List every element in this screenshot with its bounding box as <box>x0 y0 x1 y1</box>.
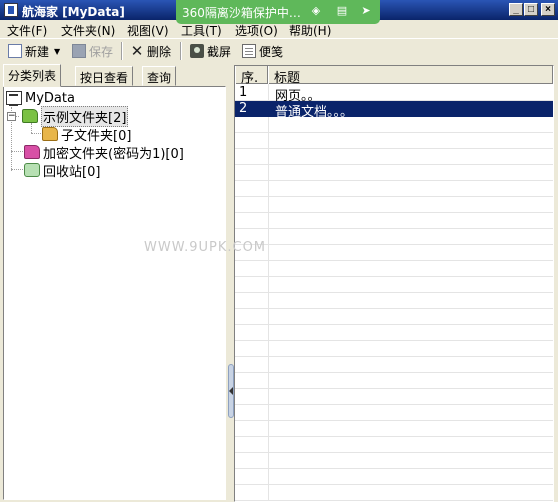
delete-button-label: 删除 <box>147 44 172 59</box>
sandbox-shield-icon[interactable]: ◈ <box>306 2 326 20</box>
column-header-seq[interactable]: 序. <box>235 66 268 86</box>
list-gridline <box>235 436 553 437</box>
list-gridline <box>235 132 553 133</box>
screenshot-button[interactable]: 截屏 <box>190 42 231 60</box>
toolbar: 新建 ▼ 保存 ✕ 删除 截屏 便笺 <box>0 38 558 62</box>
save-icon <box>72 44 86 58</box>
list-gridline <box>235 500 553 501</box>
folder-icon <box>42 127 58 141</box>
toolbar-separator <box>121 42 123 60</box>
tree-item-label: MyData <box>25 90 75 106</box>
menu-bar: 文件(F) 文件夹(N) 视图(V) 工具(T) 选项(O) 帮助(H) <box>0 20 558 38</box>
list-gridline <box>235 292 553 293</box>
list-gridline <box>235 452 553 453</box>
folder-icon <box>22 109 38 123</box>
save-button-label: 保存 <box>89 44 114 59</box>
tree-item-label: 示例文件夹[2] <box>41 105 129 127</box>
tree-guide-line <box>11 169 23 170</box>
list-gridline <box>235 276 553 277</box>
list-gridline <box>235 180 553 181</box>
watermark-text: WWW.9UPK.COM <box>144 240 267 255</box>
menu-view[interactable]: 视图(V) <box>127 22 169 39</box>
list-gridline <box>235 420 553 421</box>
tree-item-encrypted-folder[interactable]: 加密文件夹(密码为1)[0] <box>24 143 184 162</box>
camera-icon <box>190 44 204 58</box>
sandbox-status-text: 360隔离沙箱保护中… <box>182 6 301 20</box>
tree-item-label: 回收站[0] <box>43 164 101 180</box>
list-gridline <box>235 260 553 261</box>
list-row-selected[interactable]: 2 普通文档。。。 <box>235 101 553 120</box>
menu-tools[interactable]: 工具(T) <box>181 22 222 39</box>
folder-icon[interactable]: ▤ <box>332 2 352 20</box>
tab-by-date[interactable]: 按日查看 <box>75 66 134 86</box>
tree-item-subfolder[interactable]: 子文件夹[0] <box>42 125 132 144</box>
note-button[interactable]: 便笺 <box>242 42 283 60</box>
tree-guide-line <box>11 151 23 152</box>
left-tabstrip: 分类列表 按日查看 查询 <box>3 64 227 87</box>
new-button[interactable]: 新建 ▼ <box>8 42 60 60</box>
column-header-title[interactable]: 标题 <box>268 66 553 86</box>
row-seq: 1 <box>239 85 248 100</box>
panel-splitter[interactable] <box>227 62 234 502</box>
list-gridline <box>235 212 553 213</box>
list-gridline <box>235 196 553 197</box>
tree-item-recycle-bin[interactable]: 回收站[0] <box>24 161 101 180</box>
tab-category-list[interactable]: 分类列表 <box>3 64 62 87</box>
tree-guide-line <box>31 133 41 134</box>
list-gridline <box>235 228 553 229</box>
list-gridline <box>235 468 553 469</box>
list-gridline <box>235 388 553 389</box>
collapse-icon[interactable]: − <box>7 112 16 121</box>
tab-search[interactable]: 查询 <box>142 66 177 86</box>
note-button-label: 便笺 <box>259 44 284 59</box>
list-gridline <box>235 244 553 245</box>
list-gridline <box>235 308 553 309</box>
list-gridline <box>235 148 553 149</box>
tree-item-sample-folder[interactable]: 示例文件夹[2] <box>22 105 129 127</box>
tree-item-label: 加密文件夹(密码为1)[0] <box>43 146 184 162</box>
list-gridline <box>235 484 553 485</box>
minimize-button[interactable]: _ <box>509 3 523 16</box>
database-icon <box>6 91 22 106</box>
row-seq: 2 <box>239 101 248 116</box>
list-gridline <box>235 404 553 405</box>
dropdown-arrow-icon[interactable]: ▼ <box>54 47 60 56</box>
toolbar-separator <box>180 42 182 60</box>
menu-help[interactable]: 帮助(H) <box>289 22 331 39</box>
delete-button[interactable]: ✕ 删除 <box>130 42 171 60</box>
list-gridline <box>235 356 553 357</box>
tree-item-label: 子文件夹[0] <box>61 128 132 144</box>
menu-file[interactable]: 文件(F) <box>7 22 47 39</box>
new-button-label: 新建 <box>25 44 50 59</box>
pin-icon[interactable]: ➤ <box>356 2 376 20</box>
save-button[interactable]: 保存 <box>72 42 113 60</box>
menu-options[interactable]: 选项(O) <box>235 22 278 39</box>
locked-folder-icon <box>24 145 40 159</box>
delete-x-icon: ✕ <box>130 42 144 60</box>
window-title: 航海家 [MyData] <box>22 5 125 19</box>
document-list[interactable]: 序. 标题 1 网页。。 2 普通文档。。。 <box>234 65 554 502</box>
list-gridline <box>235 324 553 325</box>
row-title: 普通文档。。。 <box>275 105 354 120</box>
menu-folder[interactable]: 文件夹(N) <box>61 22 115 39</box>
maximize-button[interactable]: □ <box>524 3 538 16</box>
category-tree[interactable]: MyData − 示例文件夹[2] 子文件夹[0] 加密文件夹(密码为1)[0]… <box>3 86 226 500</box>
tree-item-mydata[interactable]: MyData <box>6 89 75 107</box>
list-header: 序. 标题 <box>235 66 553 86</box>
list-gridline <box>235 372 553 373</box>
note-icon <box>242 44 256 58</box>
screenshot-button-label: 截屏 <box>207 44 232 59</box>
recycle-bin-icon <box>24 163 40 177</box>
column-divider <box>268 84 269 501</box>
list-gridline <box>235 164 553 165</box>
app-icon[interactable] <box>4 3 18 17</box>
new-document-icon <box>8 44 22 58</box>
list-row[interactable]: 1 网页。。 <box>235 85 553 104</box>
close-button[interactable]: × <box>541 3 555 16</box>
list-gridline <box>235 340 553 341</box>
